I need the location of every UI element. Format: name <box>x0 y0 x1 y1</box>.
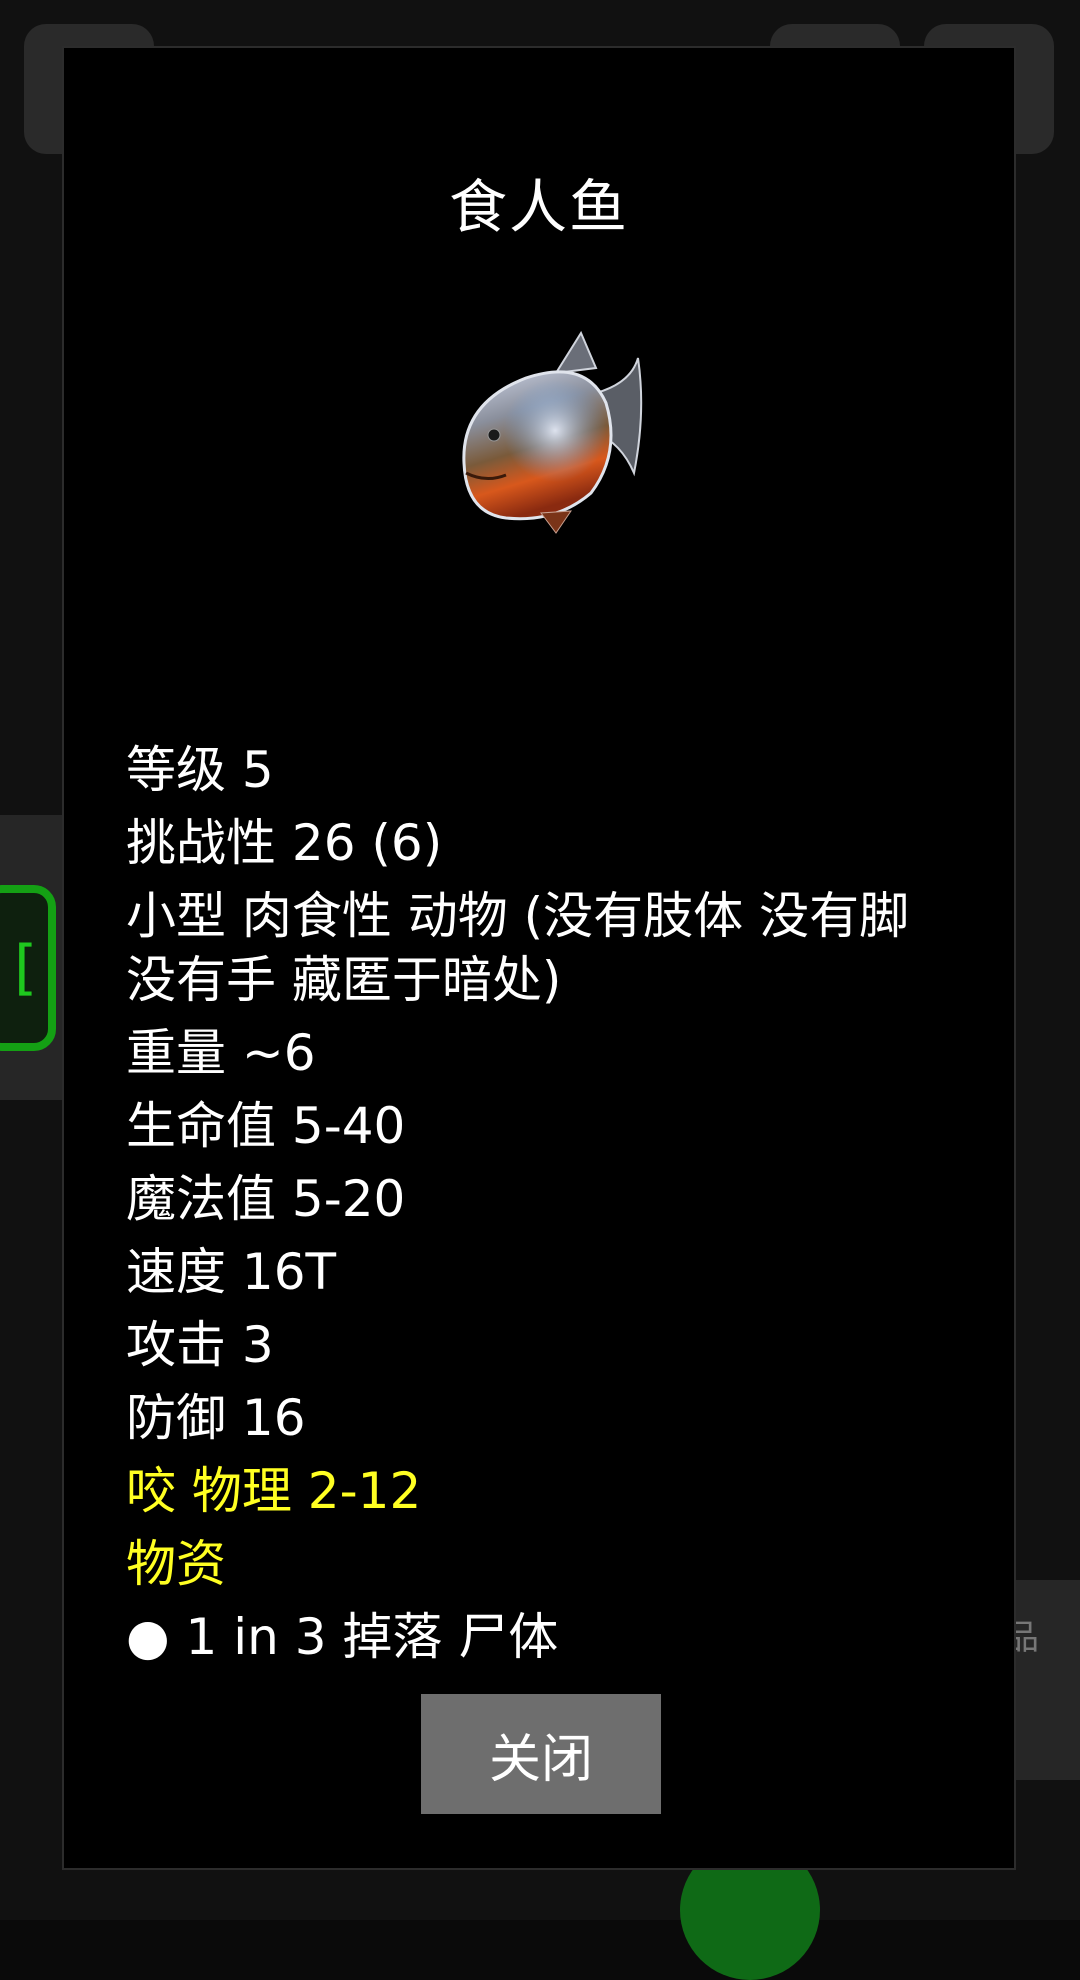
stat-traits: 小型 肉食性 动物 (没有肢体 没有脚 没有手 藏匿于暗处) <box>126 887 910 1009</box>
stat-speed: 速度 16T <box>126 1243 337 1301</box>
stat-level: 等级 5 <box>126 741 274 799</box>
resources-header: 物资 <box>126 1535 226 1593</box>
stat-defense: 防御 16 <box>126 1389 306 1447</box>
green-bracket-button[interactable]: [ <box>0 885 56 1051</box>
stat-attack: 攻击 3 <box>126 1316 274 1374</box>
drop-entry: ● 1 in 3 掉落 尸体 <box>126 1608 559 1666</box>
close-button[interactable]: 关闭 <box>421 1694 661 1814</box>
stat-challenge: 挑战性 26 (6) <box>126 814 443 872</box>
creature-info-dialog: 食人鱼 等级 5 挑战性 26 (6) 小型 肉食性 动物 (没有肢体 没有脚 … <box>62 46 1016 1870</box>
bracket-glyph: [ <box>14 933 38 1003</box>
stat-bite-attack: 咬 物理 2-12 <box>126 1462 422 1520</box>
creature-stats: 等级 5 挑战性 26 (6) 小型 肉食性 动物 (没有肢体 没有脚 没有手 … <box>126 738 966 1678</box>
dialog-title: 食人鱼 <box>448 173 629 241</box>
piranha-icon <box>462 330 643 534</box>
stat-hp: 生命值 5-40 <box>126 1097 406 1155</box>
stat-weight: 重量 ~6 <box>126 1024 316 1082</box>
stat-mp: 魔法值 5-20 <box>126 1170 406 1228</box>
